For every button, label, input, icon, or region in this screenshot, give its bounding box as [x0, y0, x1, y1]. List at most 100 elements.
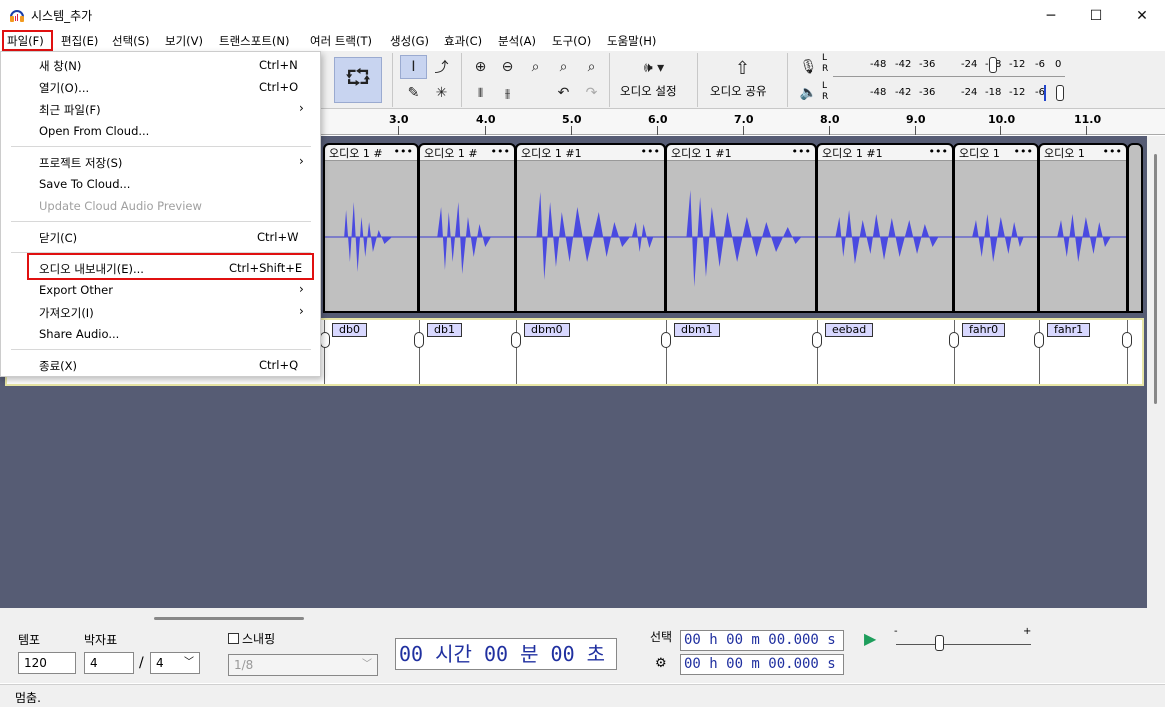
horizontal-scrollbar[interactable]	[0, 608, 1165, 624]
clip-menu-icon[interactable]: •••	[792, 145, 811, 158]
horizontal-scroll-thumb[interactable]	[154, 617, 304, 620]
zoom-out-icon[interactable]: ⊖	[494, 55, 521, 79]
multi-tool-icon[interactable]: ✳	[428, 81, 455, 105]
play-at-speed-icon[interactable]: ▶	[864, 629, 876, 648]
label-item[interactable]: dbm0	[524, 323, 570, 337]
draw-tool-icon[interactable]: ✎	[400, 81, 427, 105]
audio-clip[interactable]: 오디오 1 #1 •••	[816, 143, 954, 313]
record-meter[interactable]: -48 -42 -36 -24 -18 -12 -6 0	[833, 53, 1065, 77]
vertical-scrollbar[interactable]	[1147, 136, 1165, 608]
snap-select[interactable]: 1/8 ﹀	[228, 654, 378, 676]
menu-help[interactable]: 도움말(H)	[607, 33, 656, 49]
menu-tools[interactable]: 도구(O)	[552, 33, 591, 49]
silence-icon[interactable]: ⫵	[494, 81, 521, 105]
menu-analyze[interactable]: 분석(A)	[498, 33, 536, 49]
label-item[interactable]: dbm1	[674, 323, 720, 337]
audio-clip[interactable]: 오디오 1 #1 •••	[665, 143, 817, 313]
maximize-button[interactable]: ☐	[1073, 0, 1119, 31]
speed-slider-thumb[interactable]	[935, 635, 944, 651]
window-title: 시스템_추가	[31, 9, 93, 23]
export-audio-highlight	[27, 253, 314, 280]
menu-item-exit[interactable]: 종료(X)	[39, 358, 77, 374]
menu-view[interactable]: 보기(V)	[165, 33, 203, 49]
menu-item-share-audio[interactable]: Share Audio...	[39, 327, 119, 341]
menu-effect[interactable]: 효과(C)	[444, 33, 482, 49]
label-item[interactable]: fahr1	[1047, 323, 1091, 337]
speed-minus-label: -	[894, 626, 898, 637]
microphone-icon[interactable]: 🎙	[795, 55, 822, 79]
playback-speaker-icon[interactable]: 🔈	[795, 81, 822, 105]
clip-title[interactable]: 오디오 1 #	[424, 147, 478, 160]
fit-selection-icon[interactable]: ⌕	[522, 55, 549, 79]
menu-item-new-window[interactable]: 새 창(N)	[39, 58, 81, 74]
clip-title[interactable]: 오디오 1 #	[329, 147, 383, 160]
clip-title[interactable]: 오디오 1 #1	[822, 147, 883, 160]
menu-generate[interactable]: 생성(G)	[390, 33, 429, 49]
trim-icon[interactable]: ⫴	[467, 81, 494, 105]
zoom-toggle-icon[interactable]: ⌕	[578, 55, 605, 79]
vertical-scroll-thumb[interactable]	[1154, 154, 1157, 404]
minimize-button[interactable]: ─	[1028, 0, 1074, 31]
clip-menu-icon[interactable]: •••	[641, 145, 660, 158]
menu-select[interactable]: 선택(S)	[112, 33, 149, 49]
clip-title[interactable]: 오디오 1	[1044, 147, 1085, 160]
audio-clip[interactable]: 오디오 1 # •••	[418, 143, 516, 313]
clip-menu-icon[interactable]: •••	[394, 145, 413, 158]
menu-edit[interactable]: 편집(E)	[61, 33, 98, 49]
selection-end-time[interactable]: 00 h 00 m 00.000 s	[680, 654, 844, 675]
clip-menu-icon[interactable]: •••	[491, 145, 510, 158]
label-item[interactable]: eebad	[825, 323, 874, 337]
audio-clip[interactable]: 오디오 1 •••	[953, 143, 1039, 313]
clip-title[interactable]: 오디오 1 #1	[521, 147, 582, 160]
speed-slider-track[interactable]	[896, 644, 1031, 645]
menu-transport[interactable]: 트랜스포트(N)	[219, 33, 289, 49]
playback-meter[interactable]: -48 -42 -36 -24 -18 -12 -6	[833, 81, 1065, 105]
audio-clip[interactable]: 오디오 1 # •••	[323, 143, 419, 313]
time-signature-denominator[interactable]: 4 ﹀	[150, 652, 200, 674]
envelope-tool-icon[interactable]: ⤴	[428, 55, 455, 79]
share-audio-label[interactable]: 오디오 공유	[710, 83, 767, 99]
clip-title[interactable]: 오디오 1	[959, 147, 1000, 160]
redo-icon[interactable]: ↷	[578, 81, 605, 105]
clip-menu-icon[interactable]: •••	[929, 145, 948, 158]
menu-item-import[interactable]: 가져오기(I)	[39, 305, 94, 321]
time-display[interactable]: 00 시간 00 분 00 초	[395, 638, 617, 670]
clip-menu-icon[interactable]: •••	[1103, 145, 1122, 158]
playback-level-slider[interactable]	[1056, 85, 1064, 101]
selection-start-time[interactable]: 00 h 00 m 00.000 s	[680, 630, 844, 651]
waveform	[667, 190, 815, 287]
label-item[interactable]: db1	[427, 323, 462, 337]
close-button[interactable]: ✕	[1119, 0, 1165, 31]
menu-item-export-other[interactable]: Export Other	[39, 283, 113, 297]
menu-item-open-from-cloud[interactable]: Open From Cloud...	[39, 124, 149, 138]
menu-item-close[interactable]: 닫기(C)	[39, 230, 77, 246]
label-item[interactable]: db0	[332, 323, 367, 337]
time-signature-numerator[interactable]: 4	[84, 652, 134, 674]
speaker-setup-icon[interactable]: 🕪 ▾	[624, 56, 684, 80]
settings-gear-icon[interactable]: ⚙	[655, 656, 667, 671]
menu-item-recent-files[interactable]: 최근 파일(F)	[39, 102, 101, 118]
audio-clip[interactable]: 오디오 1 •••	[1038, 143, 1128, 313]
menu-item-save-to-cloud[interactable]: Save To Cloud...	[39, 177, 130, 191]
clip-menu-icon[interactable]: •••	[1014, 145, 1033, 158]
menu-item-save-project[interactable]: 프로젝트 저장(S)	[39, 155, 122, 171]
shortcut-close: Ctrl+W	[257, 230, 299, 244]
audio-clip[interactable]: 오디오 1 #1 •••	[515, 143, 666, 313]
clip-title[interactable]: 오디오 1 #1	[671, 147, 732, 160]
loop-icon[interactable]: ⮔	[334, 57, 382, 103]
menu-tracks[interactable]: 여러 트랙(T)	[310, 33, 372, 49]
audio-clip-partial[interactable]	[1127, 143, 1143, 313]
audacity-logo-icon	[10, 10, 24, 22]
snap-label: 스내핑	[242, 632, 276, 646]
select-tool-icon[interactable]: I	[400, 55, 427, 79]
audio-setup-label[interactable]: 오디오 설정	[620, 83, 677, 99]
zoom-in-icon[interactable]: ⊕	[467, 55, 494, 79]
snap-checkbox[interactable]	[228, 633, 239, 644]
fit-project-icon[interactable]: ⌕	[550, 55, 577, 79]
share-upload-icon[interactable]: ⇧	[729, 56, 756, 80]
menu-item-open[interactable]: 열기(O)...	[39, 80, 89, 96]
record-level-slider[interactable]	[989, 57, 997, 73]
undo-icon[interactable]: ↶	[550, 81, 577, 105]
tempo-input[interactable]: 120	[18, 652, 76, 674]
label-item[interactable]: fahr0	[962, 323, 1006, 337]
